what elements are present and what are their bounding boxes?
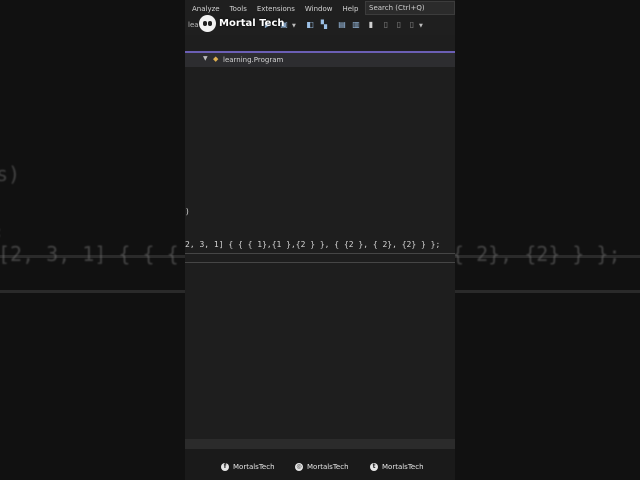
- backdrop-text: s): [0, 162, 21, 186]
- code-line: 2, 3, 1] { { { 1},{1 },{2 } }, { {2 }, {…: [185, 240, 441, 249]
- social-facebook: f MortalsTech: [221, 463, 275, 471]
- social-instagram: ◎ MortalsTech: [295, 463, 349, 471]
- chevron-down-icon[interactable]: ▼: [203, 55, 208, 62]
- class-icon: ◆: [213, 55, 219, 63]
- class-selector[interactable]: learning.Program: [223, 56, 283, 64]
- logo-text: Mortal Tech: [219, 18, 285, 29]
- code-fragment: ): [185, 207, 190, 216]
- backdrop-code: { 2}, {2} } };: [452, 242, 621, 266]
- bookmark-icon[interactable]: ▯: [407, 20, 417, 30]
- twitter-icon: t: [370, 463, 378, 471]
- layout-icon[interactable]: ◧: [305, 20, 315, 30]
- menu-tools[interactable]: Tools: [225, 5, 252, 13]
- logo-eye: [208, 21, 212, 26]
- code-editor[interactable]: ) 2, 3, 1] { { { 1},{1 },{2 } }, { {2 },…: [185, 67, 455, 439]
- logo-eye: [203, 21, 207, 26]
- menu-window[interactable]: Window: [300, 5, 338, 13]
- social-handle: MortalsTech: [382, 463, 424, 471]
- logo-badge-icon: [199, 15, 216, 32]
- social-twitter: t MortalsTech: [370, 463, 424, 471]
- social-handle: MortalsTech: [233, 463, 275, 471]
- toolbar-prefix-text: lea: [188, 21, 199, 29]
- backdrop-text: :: [0, 222, 4, 241]
- bookmark-icon[interactable]: ▮: [366, 20, 376, 30]
- chevron-down-icon[interactable]: ▼: [419, 23, 423, 29]
- chevron-down-icon[interactable]: ▼: [292, 23, 296, 29]
- video-frame: Analyze Tools Extensions Window Help Sea…: [185, 0, 455, 480]
- channel-logo: Mortal Tech: [199, 15, 285, 32]
- navigation-bar: ▼ ◆ learning.Program: [185, 53, 455, 67]
- horizontal-scrollbar[interactable]: [185, 439, 455, 449]
- menu-analyze[interactable]: Analyze: [185, 5, 225, 13]
- social-handle: MortalsTech: [307, 463, 349, 471]
- step-icon[interactable]: ▚: [319, 20, 329, 30]
- instagram-icon: ◎: [295, 463, 303, 471]
- bookmark-icon[interactable]: ▯: [394, 20, 404, 30]
- social-footer: f MortalsTech ◎ MortalsTech t MortalsTec…: [185, 449, 455, 480]
- menu-extensions[interactable]: Extensions: [252, 5, 300, 13]
- facebook-icon: f: [221, 463, 229, 471]
- menu-help[interactable]: Help: [337, 5, 363, 13]
- window-icon[interactable]: ▤: [337, 20, 347, 30]
- bookmark-icon[interactable]: ▯: [381, 20, 391, 30]
- search-input[interactable]: Search (Ctrl+Q): [365, 1, 455, 15]
- current-line-highlight: [185, 253, 455, 263]
- window-icon[interactable]: ▥: [351, 20, 361, 30]
- backdrop-code: [2, 3, 1] { { {: [0, 242, 179, 266]
